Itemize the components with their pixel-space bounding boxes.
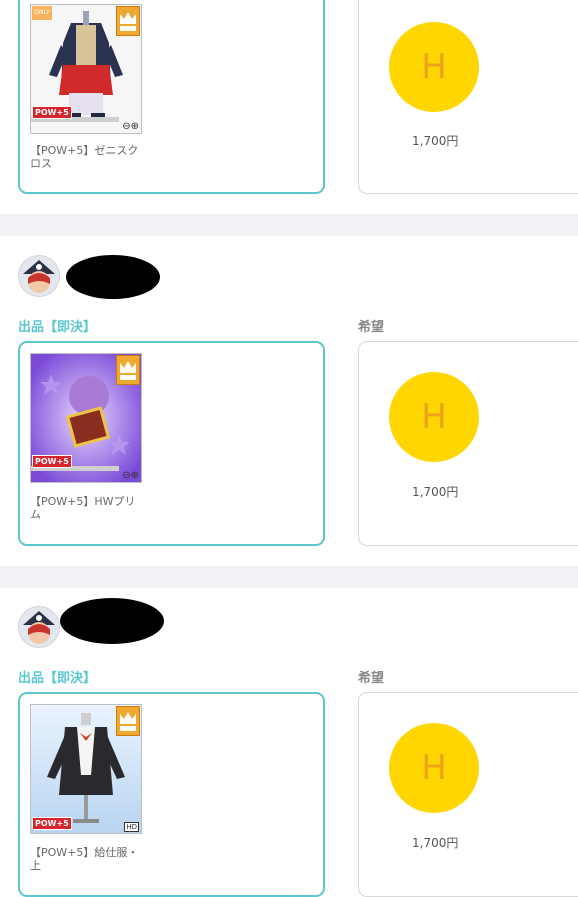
redacted-username [66, 255, 160, 299]
crown-icon [116, 355, 140, 385]
pow-badge: POW+5 [32, 455, 72, 468]
h-coin-icon: H [389, 372, 479, 462]
want-label: 希望 [358, 671, 385, 686]
listing-separator [0, 566, 578, 588]
item-thumbnail[interactable]: POW+5 ⊖⊕ [30, 353, 142, 483]
item-name: 【POW+5】給仕服・上 [30, 846, 139, 872]
offer-card[interactable]: POW+5 HD 【POW+5】給仕服・上 [18, 692, 325, 897]
item-thumbnail[interactable]: ONLY POW+5 ⊖⊕ [30, 4, 142, 134]
offer-label: 出品【即決】 [18, 671, 97, 686]
only-badge: ONLY [32, 6, 52, 20]
magnify-zoom-icon[interactable]: ⊖⊕ [122, 121, 139, 132]
hd-badge: HD [124, 822, 139, 832]
want-price: 1,700円 [412, 836, 459, 850]
offer-card[interactable]: POW+5 ⊖⊕ 【POW+5】HWプリム [18, 341, 325, 546]
want-card[interactable]: H 1,700円 [358, 0, 578, 194]
want-card[interactable]: H 1,700円 [358, 692, 578, 897]
user-avatar[interactable] [18, 255, 60, 297]
offer-label: 出品【即決】 [18, 320, 97, 335]
want-price: 1,700円 [412, 134, 459, 148]
item-name: 【POW+5】ゼニスクロス [30, 144, 139, 170]
redacted-username [60, 598, 164, 644]
crown-icon [116, 6, 140, 36]
magnify-zoom-icon[interactable]: ⊖⊕ [122, 470, 139, 481]
item-name: 【POW+5】HWプリム [30, 495, 136, 521]
h-coin-icon: H [389, 723, 479, 813]
want-label: 希望 [358, 320, 385, 335]
want-card[interactable]: H 1,700円 [358, 341, 578, 546]
user-avatar[interactable] [18, 606, 60, 648]
h-coin-icon: H [389, 22, 479, 112]
pow-badge: POW+5 [32, 106, 72, 119]
crown-icon [116, 706, 140, 736]
offer-card[interactable]: ONLY POW+5 ⊖⊕ 【POW+5】ゼニスクロス [18, 0, 325, 194]
pirate-avatar-icon [19, 607, 59, 647]
pow-badge: POW+5 [32, 817, 72, 830]
want-price: 1,700円 [412, 485, 459, 499]
item-thumbnail[interactable]: POW+5 HD [30, 704, 142, 834]
pirate-avatar-icon [19, 256, 59, 296]
listing-separator [0, 214, 578, 236]
